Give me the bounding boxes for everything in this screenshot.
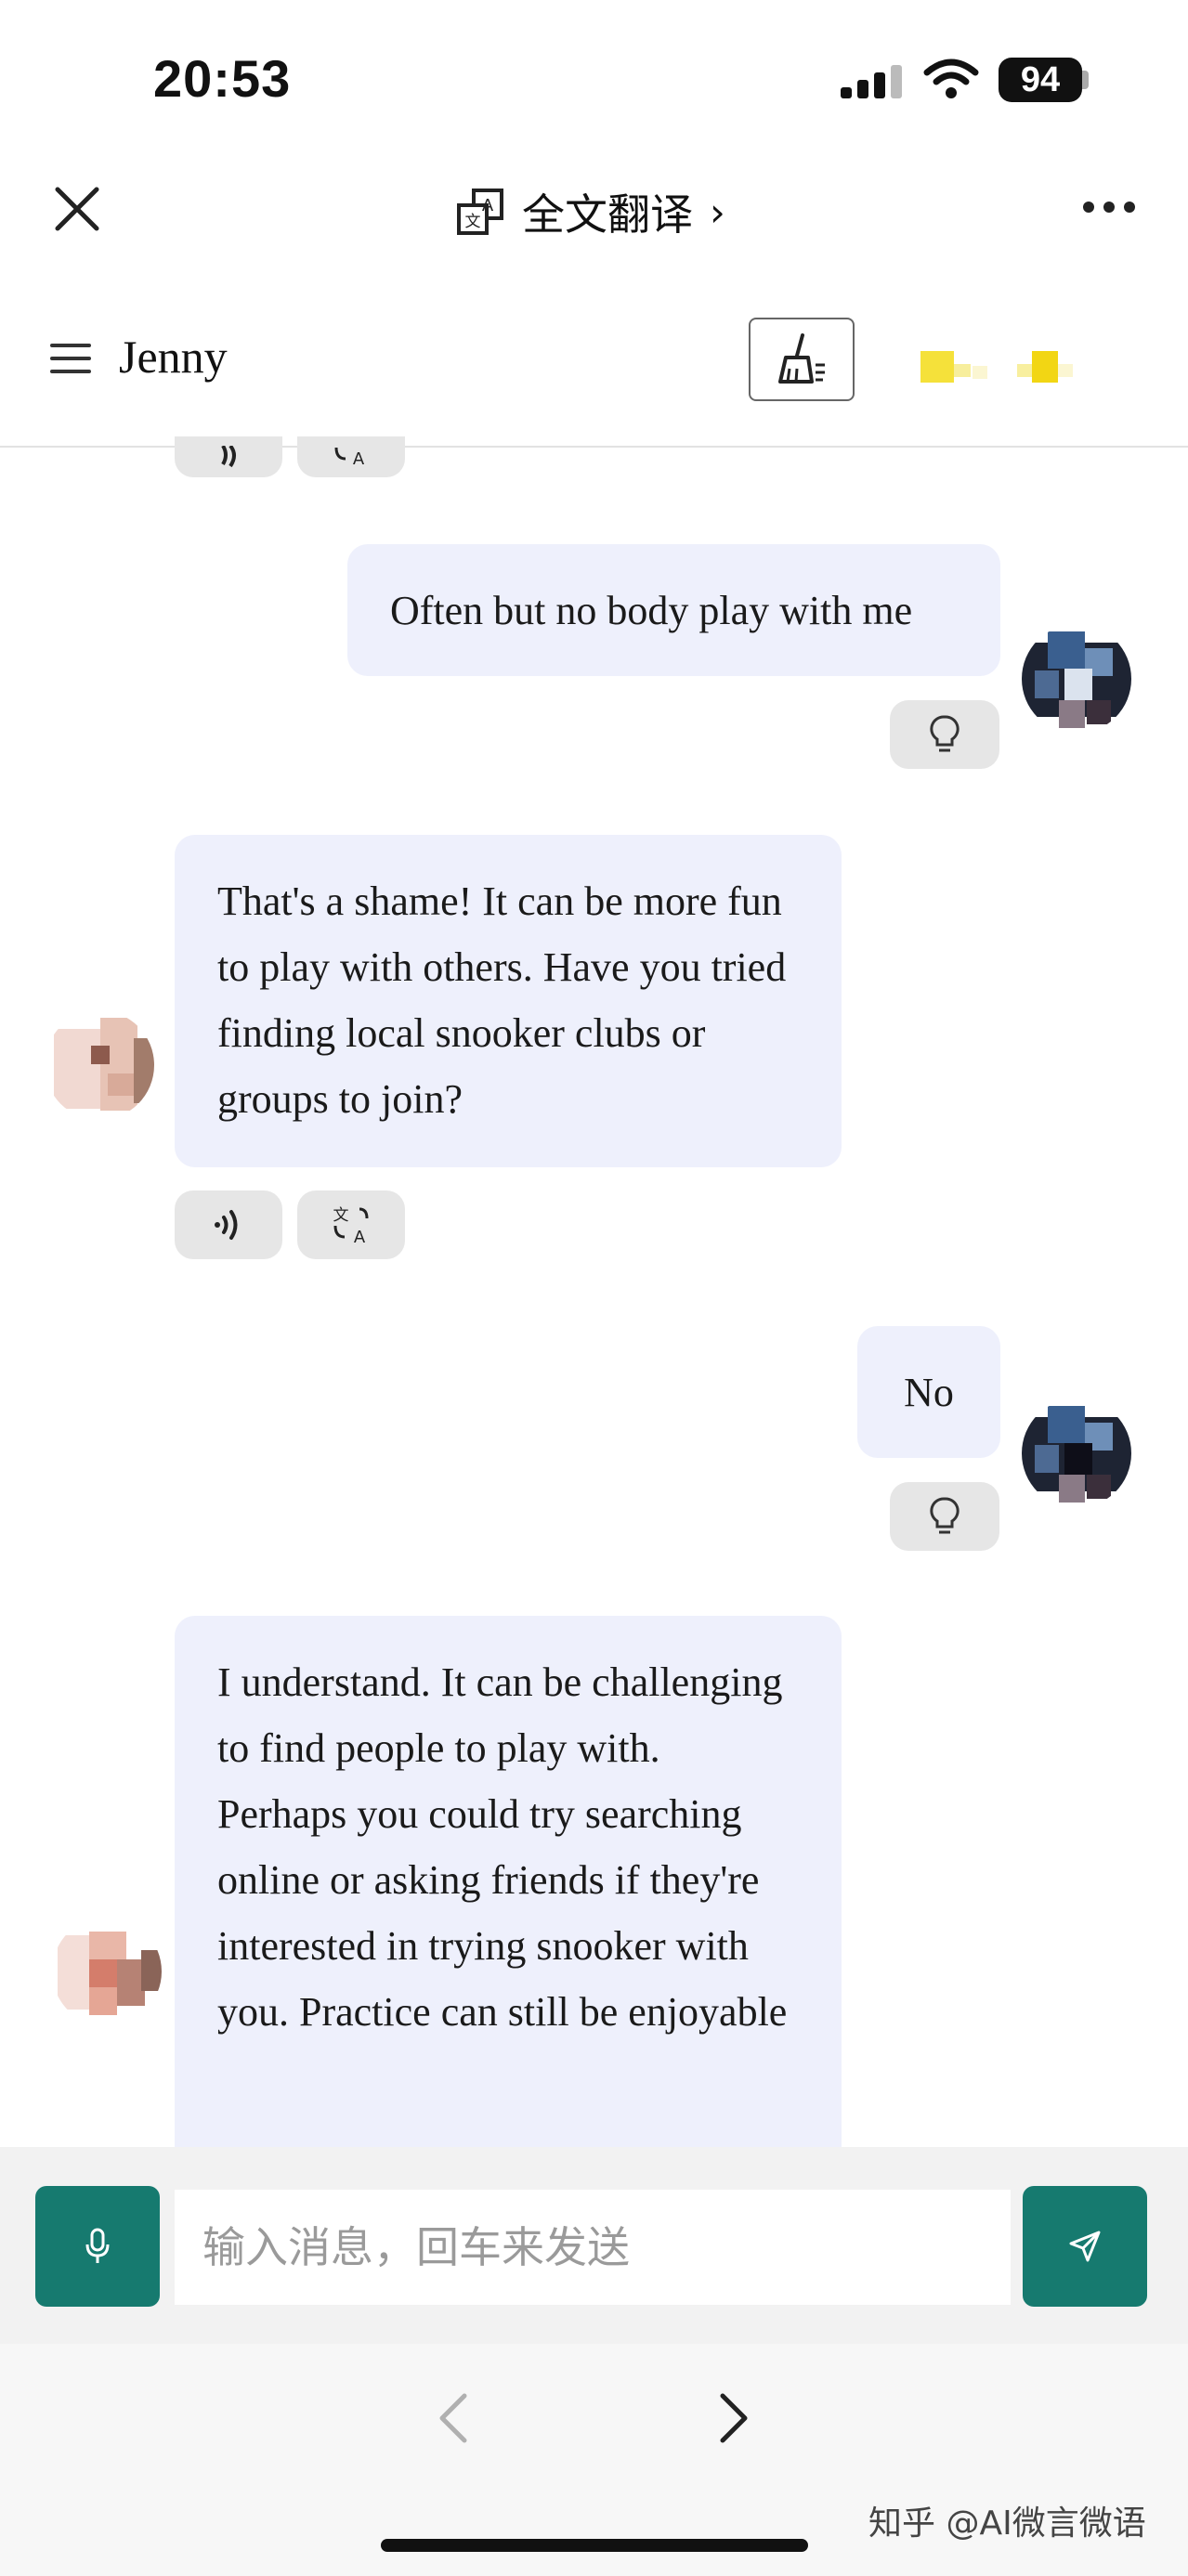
translate-message-button-prev[interactable]: A bbox=[297, 436, 405, 477]
status-time: 20:53 bbox=[153, 49, 292, 108]
message-text: That's a shame! It can be more fun to pl… bbox=[217, 878, 787, 1122]
send-icon bbox=[1069, 2231, 1101, 2262]
speak-button[interactable] bbox=[175, 1190, 282, 1259]
more-icon[interactable] bbox=[1081, 200, 1137, 215]
battery-tip bbox=[1082, 71, 1089, 89]
user-message: Often but no body play with me bbox=[347, 544, 1000, 676]
signal-icon bbox=[841, 65, 902, 98]
send-button[interactable] bbox=[1023, 2186, 1147, 2307]
lightbulb-icon bbox=[930, 1497, 960, 1534]
hint-button[interactable] bbox=[890, 700, 999, 769]
clear-chat-button[interactable] bbox=[749, 318, 855, 401]
close-icon[interactable] bbox=[54, 186, 100, 232]
bot-message: That's a shame! It can be more fun to pl… bbox=[175, 835, 842, 1167]
back-arrow-icon[interactable] bbox=[437, 2390, 470, 2446]
bot-message: I understand. It can be challenging to f… bbox=[175, 1616, 842, 2147]
user-message: No bbox=[857, 1326, 1000, 1458]
home-indicator bbox=[381, 2539, 808, 2552]
watermark: 知乎 @AI微言微语 bbox=[868, 2504, 1146, 2543]
message-text: Often but no body play with me bbox=[390, 588, 913, 633]
mic-button[interactable] bbox=[35, 2186, 160, 2307]
speak-button-prev[interactable] bbox=[175, 436, 282, 477]
translate-glyph-icon: A bbox=[334, 447, 365, 468]
hint-button[interactable] bbox=[890, 1482, 999, 1551]
translate-message-button[interactable]: 文 A bbox=[297, 1190, 405, 1259]
user-avatar bbox=[1022, 624, 1131, 734]
menu-icon[interactable] bbox=[50, 344, 91, 373]
chat-partner-name: Jenny bbox=[119, 331, 228, 383]
wifi-icon bbox=[923, 59, 979, 98]
speaker-icon bbox=[215, 1210, 238, 1240]
svg-text:A: A bbox=[354, 1228, 366, 1246]
user-avatar bbox=[1022, 1399, 1131, 1508]
battery-level: 94 bbox=[1020, 59, 1061, 99]
translate-glyph-icon: 文 A bbox=[333, 1206, 369, 1246]
svg-text:A: A bbox=[353, 449, 365, 468]
message-text: No bbox=[904, 1370, 954, 1415]
svg-text:A: A bbox=[482, 196, 494, 215]
svg-text:文: 文 bbox=[333, 1206, 349, 1225]
broom-icon bbox=[778, 333, 825, 384]
speaker-icon bbox=[221, 446, 236, 468]
svg-text:文: 文 bbox=[465, 213, 481, 231]
bot-avatar bbox=[45, 1010, 154, 1120]
translate-button[interactable]: A 文 全文翻译 › bbox=[455, 181, 725, 242]
message-text: I understand. It can be challenging to f… bbox=[217, 1659, 788, 2035]
chevron-right-icon: › bbox=[710, 189, 725, 235]
pixelated-logo bbox=[915, 345, 1110, 390]
lightbulb-icon bbox=[930, 715, 960, 752]
mic-icon bbox=[85, 2228, 110, 2263]
translate-label: 全文翻译 bbox=[522, 189, 693, 240]
bot-avatar bbox=[52, 1917, 162, 2026]
forward-arrow-icon[interactable] bbox=[717, 2390, 751, 2446]
message-input[interactable] bbox=[175, 2190, 1011, 2305]
translate-icon: A 文 bbox=[457, 189, 503, 235]
battery-indicator: 94 bbox=[999, 58, 1082, 102]
